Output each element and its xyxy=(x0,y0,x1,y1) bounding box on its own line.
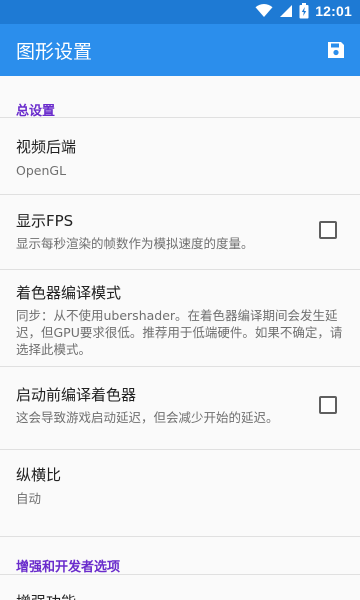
pref-summary: 同步：从不使用ubershader。在着色器编译期间会发生延迟，但GPU要求很低… xyxy=(16,308,343,357)
pref-summary: 显示每秒渲染的帧数作为模拟速度的度量。 xyxy=(16,236,254,251)
pref-shader-compilation-mode[interactable]: 着色器编译模式 同步：从不使用ubershader。在着色器编译期间会发生延迟，… xyxy=(0,270,360,366)
pref-title: 视频后端 xyxy=(16,138,77,156)
pref-show-fps[interactable]: 显示FPS 显示每秒渲染的帧数作为模拟速度的度量。 xyxy=(0,195,360,269)
precompile-shaders-checkbox[interactable] xyxy=(319,396,337,414)
pref-title: 纵横比 xyxy=(16,466,62,484)
pref-compile-shaders-before-start[interactable]: 启动前编译着色器 这会导致游戏启动延迟，但会减少开始的延迟。 xyxy=(0,367,360,449)
save-button[interactable] xyxy=(322,36,350,64)
status-time: 12:01 xyxy=(315,3,352,19)
pref-title: 显示FPS xyxy=(16,212,74,230)
section-header-enhancements: 增强和开发者选项 xyxy=(16,560,121,575)
pref-title: 启动前编译着色器 xyxy=(16,386,137,404)
pref-summary: 这会导致游戏启动延迟，但会减少开始的延迟。 xyxy=(16,410,279,425)
app-bar: 图形设置 xyxy=(0,24,360,76)
save-icon xyxy=(326,40,346,60)
status-icons: 12:01 xyxy=(255,3,352,19)
divider xyxy=(0,536,360,537)
signal-icon xyxy=(279,4,293,18)
pref-title: 增强功能 xyxy=(16,591,76,600)
pref-video-backend[interactable]: 视频后端 OpenGL xyxy=(0,118,360,194)
pref-summary: 自动 xyxy=(16,491,42,506)
page-title: 图形设置 xyxy=(16,41,93,63)
show-fps-checkbox[interactable] xyxy=(319,221,337,239)
settings-list[interactable]: 总设置 视频后端 OpenGL 显示FPS 显示每秒渲染的帧数作为模拟速度的度量… xyxy=(0,76,360,600)
pref-enhancements[interactable]: 增强功能 xyxy=(0,575,360,600)
pref-summary: OpenGL xyxy=(16,163,67,178)
wifi-icon xyxy=(255,4,273,18)
pref-title: 着色器编译模式 xyxy=(16,284,122,302)
battery-charging-icon xyxy=(299,3,309,19)
status-bar: 12:01 xyxy=(0,0,360,24)
pref-aspect-ratio[interactable]: 纵横比 自动 xyxy=(0,450,360,522)
